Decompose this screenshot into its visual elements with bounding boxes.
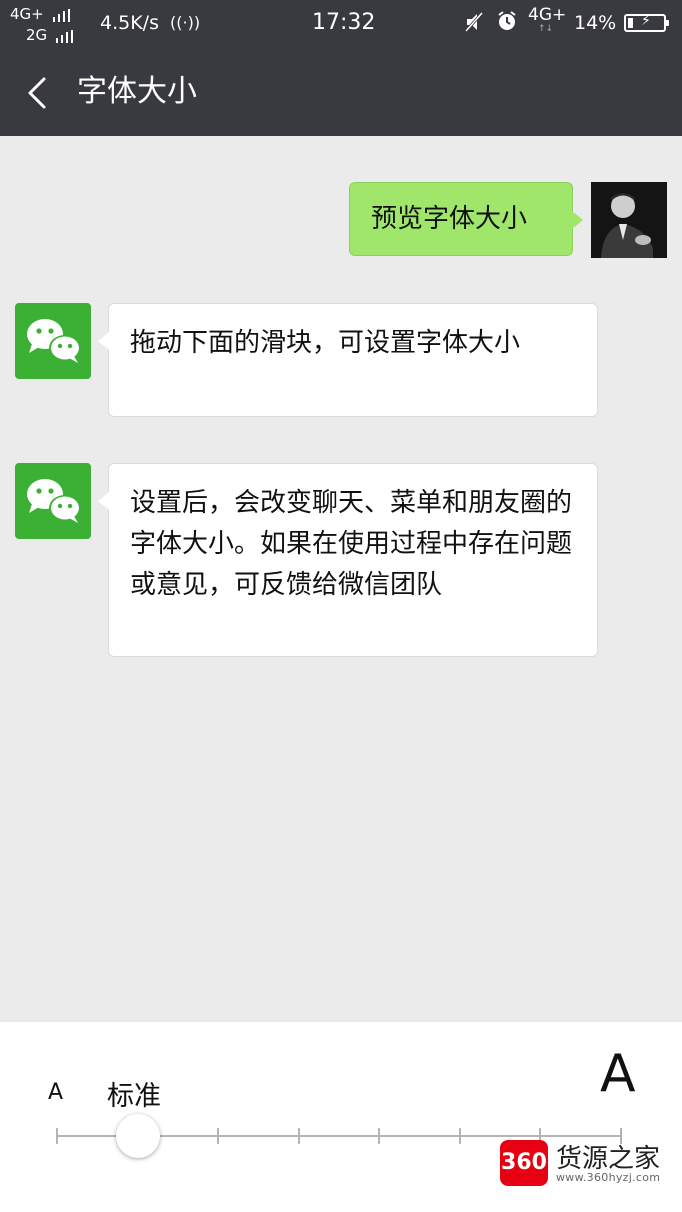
signal-bars-icon bbox=[55, 28, 76, 43]
slider-tick[interactable] bbox=[297, 1128, 300, 1144]
page-title: 字体大小 bbox=[77, 74, 197, 109]
font-size-screen: 4G+ 2G 4.5K/s ((·)) 17:32 4G+ ↑↓ 14% ⚡ 字… bbox=[0, 0, 682, 1212]
alarm-icon bbox=[496, 10, 518, 37]
wechat-logo-avatar bbox=[15, 303, 91, 379]
slider-tick[interactable] bbox=[217, 1128, 219, 1144]
battery-icon: ⚡ bbox=[624, 13, 669, 32]
sent-message-bubble: 预览字体大小 bbox=[349, 182, 583, 256]
small-font-label: A bbox=[48, 1080, 64, 1105]
signal-bars-icon bbox=[52, 7, 73, 22]
watermark-logo: 360 货源之家 www.360hyzj.com bbox=[498, 1136, 680, 1196]
slider-tick[interactable] bbox=[56, 1128, 58, 1144]
network-speed: 4.5K/s bbox=[100, 12, 159, 34]
back-arrow-icon[interactable] bbox=[24, 76, 52, 110]
watermark-badge: 360 bbox=[500, 1140, 548, 1186]
status-bar: 4G+ 2G 4.5K/s ((·)) 17:32 4G+ ↑↓ 14% ⚡ bbox=[0, 0, 682, 48]
mute-icon bbox=[464, 11, 484, 38]
signal-bottom-label: 2G bbox=[26, 26, 48, 44]
current-size-label: 标准 bbox=[107, 1081, 161, 1112]
font-size-slider-thumb[interactable] bbox=[115, 1114, 160, 1158]
chat-preview: 预览字体大小 拖动下面的滑块，可设置字体大小 设置后，会改变聊天、菜单和朋友圈的… bbox=[0, 136, 682, 1022]
clock: 17:32 bbox=[312, 10, 376, 35]
slider-tick[interactable] bbox=[458, 1128, 461, 1144]
wechat-logo-avatar bbox=[15, 463, 91, 539]
large-font-label: A bbox=[600, 1044, 636, 1104]
hotspot-icon: ((·)) bbox=[170, 13, 201, 32]
title-bar: 字体大小 bbox=[0, 48, 682, 136]
watermark-name: 货源之家 bbox=[556, 1144, 661, 1174]
network-type: 4G+ bbox=[528, 5, 567, 25]
signal-top: 4G+ bbox=[10, 7, 73, 22]
signal-bottom: 2G bbox=[26, 28, 76, 43]
battery-percent: 14% bbox=[574, 12, 617, 34]
received-message-bubble: 设置后，会改变聊天、菜单和朋友圈的字体大小。如果在使用过程中存在问题或意见，可反… bbox=[98, 463, 598, 657]
user-avatar bbox=[591, 182, 667, 258]
watermark-url: www.360hyzj.com bbox=[556, 1171, 661, 1184]
slider-tick[interactable] bbox=[378, 1128, 380, 1144]
received-message-bubble: 拖动下面的滑块，可设置字体大小 bbox=[98, 303, 598, 417]
signal-top-label: 4G+ bbox=[10, 5, 44, 23]
data-arrows-icon: ↑↓ bbox=[538, 24, 554, 34]
